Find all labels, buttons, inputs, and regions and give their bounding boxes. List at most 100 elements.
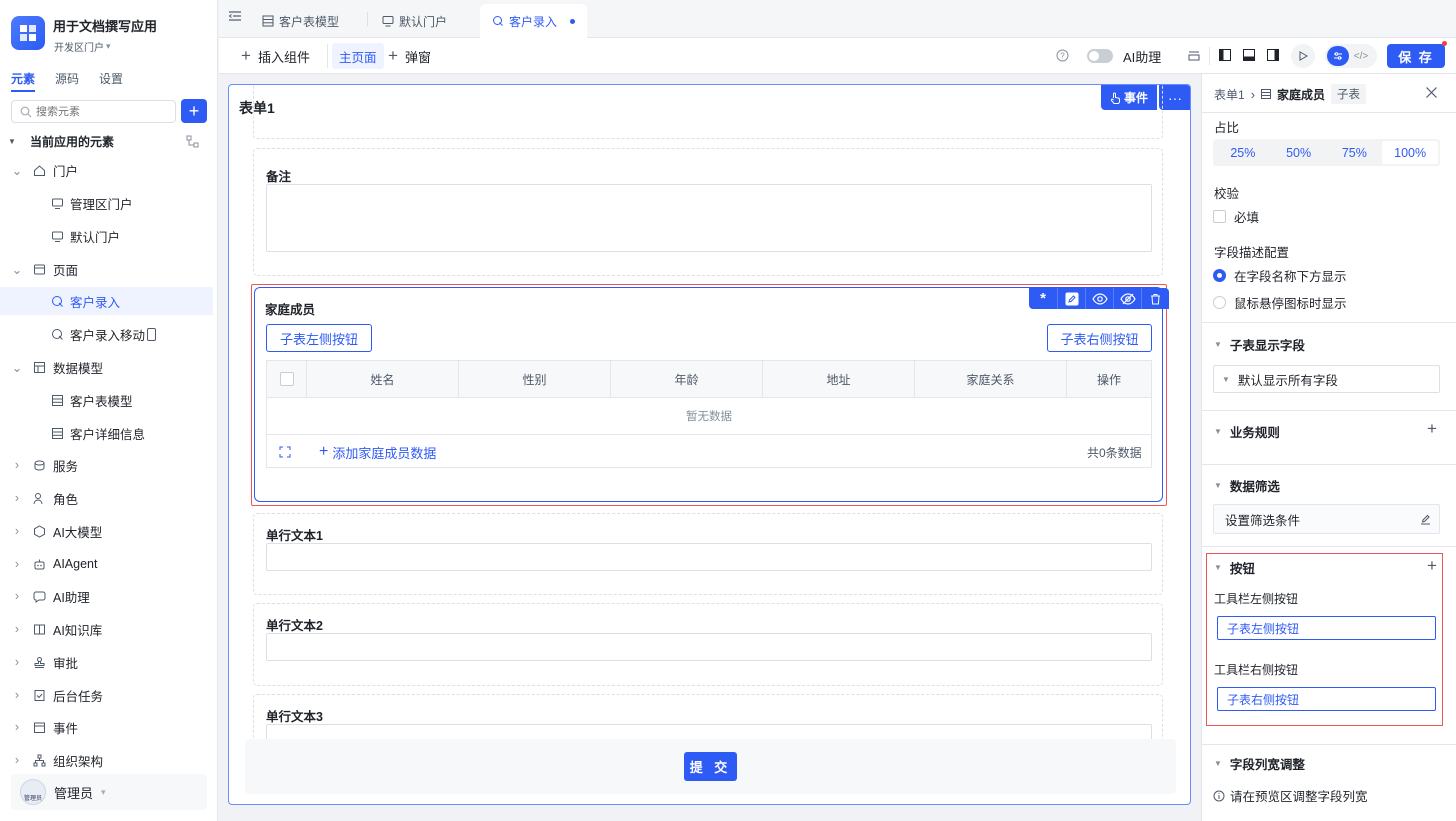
submit-button[interactable]: 提 交 <box>684 752 737 781</box>
right-toolbar-button-field[interactable]: 子表右侧按钮 <box>1217 687 1436 711</box>
column-header[interactable]: 操作 <box>1067 361 1151 397</box>
field-remark[interactable]: 备注 <box>253 148 1163 276</box>
tree-item-customer-model[interactable]: 客户表模型 <box>0 386 213 414</box>
app-logo-icon <box>11 16 45 50</box>
tab-default-portal[interactable]: 默认门户 <box>370 4 459 38</box>
avatar-text: 管理员 <box>23 796 42 802</box>
add-row-button[interactable]: + 添加家庭成员数据 <box>319 441 436 463</box>
tree-item-background-task[interactable]: › 后台任务 <box>0 681 213 709</box>
tree-item-pages[interactable]: ⌄ 页面 <box>0 255 213 283</box>
settings-mode-icon[interactable] <box>1327 46 1349 66</box>
code-mode-icon[interactable]: </> <box>1349 46 1373 66</box>
trash-icon[interactable] <box>1141 288 1169 309</box>
ratio-option-75[interactable]: 75% <box>1327 141 1383 164</box>
column-header[interactable]: 年龄 <box>611 361 763 397</box>
required-option[interactable]: 必填 <box>1213 207 1259 226</box>
left-panel-icon[interactable] <box>1218 48 1232 62</box>
add-button-icon[interactable]: + <box>1427 556 1437 576</box>
tree-item-label: 组织架构 <box>53 754 104 769</box>
text2-input[interactable] <box>266 633 1152 661</box>
bottom-panel-icon[interactable] <box>1242 48 1256 62</box>
field-previous[interactable] <box>253 85 1163 139</box>
business-rules-section[interactable]: ▼ 业务规则 <box>1214 422 1280 441</box>
tree-item-roles[interactable]: › 角色 <box>0 484 213 512</box>
search-input[interactable] <box>36 105 166 118</box>
field-text1[interactable]: 单行文本1 <box>253 513 1163 595</box>
insert-component-button[interactable]: + 插入组件 <box>241 44 310 68</box>
subtable-left-button[interactable]: 子表左侧按钮 <box>266 324 372 352</box>
required-checkbox[interactable] <box>1213 210 1226 223</box>
ai-assistant-toggle[interactable]: AI助理 <box>1087 44 1161 68</box>
subtable-right-button[interactable]: 子表右侧按钮 <box>1047 324 1152 352</box>
tree-item-ai-agent[interactable]: › AIAgent <box>0 550 213 578</box>
popup-button[interactable]: + 弹窗 <box>388 44 431 68</box>
tab-settings[interactable]: 设置 <box>99 70 123 92</box>
subtable-family-members[interactable]: 家庭成员 * 子表左侧按钮 子表右侧按钮 姓名 性别 年龄 地址 家庭关系 操作… <box>254 287 1169 502</box>
portal-selector[interactable]: 开发区门户 ▾ <box>54 39 111 54</box>
add-rule-icon[interactable]: + <box>1427 419 1437 439</box>
section-title: 字段列宽调整 <box>1229 758 1305 772</box>
right-panel-icon[interactable] <box>1266 48 1280 62</box>
tree-item-admin-portal[interactable]: 管理区门户 <box>0 189 213 217</box>
eye-icon[interactable] <box>1085 288 1113 309</box>
tree-item-services[interactable]: › 服务 <box>0 451 213 479</box>
collapse-sidebar-icon[interactable] <box>228 9 242 23</box>
filter-condition-field[interactable]: 设置筛选条件 <box>1213 504 1440 534</box>
layout-toggle-icon[interactable] <box>1187 49 1201 63</box>
ratio-option-25[interactable]: 25% <box>1215 141 1271 164</box>
tree-section-current-app[interactable]: ▼ 当前应用的元素 <box>0 127 213 155</box>
buttons-section[interactable]: ▼ 按钮 <box>1214 558 1255 577</box>
tree-item-events[interactable]: › 事件 <box>0 713 213 741</box>
column-width-section[interactable]: ▼ 字段列宽调整 <box>1214 754 1305 773</box>
edit-icon[interactable] <box>1420 514 1431 525</box>
tree-item-ai-model[interactable]: › AI大模型 <box>0 517 213 545</box>
radio-unselected[interactable] <box>1213 296 1226 309</box>
tree-item-approval[interactable]: › 审批 <box>0 648 213 676</box>
select-all-checkbox[interactable] <box>279 372 294 386</box>
tab-customer-model[interactable]: 客户表模型 <box>250 4 351 38</box>
toggle-switch[interactable] <box>1087 49 1113 63</box>
display-fields-select[interactable]: ▼ 默认显示所有字段 <box>1213 365 1440 393</box>
tree-item-default-portal[interactable]: 默认门户 <box>0 222 213 250</box>
desc-option-below[interactable]: 在字段名称下方显示 <box>1213 266 1347 285</box>
fullscreen-icon[interactable] <box>279 446 291 458</box>
tree-item-portal[interactable]: ⌄ 门户 <box>0 156 213 184</box>
tab-elements[interactable]: 元素 <box>11 70 36 92</box>
edit-icon[interactable] <box>1057 288 1085 309</box>
user-menu[interactable]: 管理员 管理员 ▾ <box>11 774 207 810</box>
more-options-icon[interactable]: ··· <box>1159 85 1190 110</box>
eye-off-icon[interactable] <box>1113 288 1141 309</box>
tree-item-ai-assistant[interactable]: › AI助理 <box>0 582 213 610</box>
column-header[interactable]: 姓名 <box>307 361 459 397</box>
column-header[interactable]: 性别 <box>459 361 611 397</box>
column-header[interactable]: 地址 <box>763 361 915 397</box>
display-fields-section[interactable]: ▼ 子表显示字段 <box>1214 335 1305 354</box>
asterisk-icon[interactable]: * <box>1029 288 1057 309</box>
remark-textarea[interactable] <box>266 184 1152 252</box>
breadcrumb-parent[interactable]: 表单1 <box>1214 86 1245 103</box>
text1-input[interactable] <box>266 543 1152 571</box>
main-page-tab[interactable]: 主页面 <box>332 43 384 69</box>
left-toolbar-button-field[interactable]: 子表左侧按钮 <box>1217 616 1436 640</box>
radio-selected[interactable] <box>1213 269 1226 282</box>
help-icon[interactable]: ? <box>1056 49 1069 62</box>
ratio-option-50[interactable]: 50% <box>1271 141 1327 164</box>
tree-item-customer-detail[interactable]: 客户详细信息 <box>0 419 213 447</box>
tree-item-customer-entry-mobile[interactable]: 客户录入移动 <box>0 320 213 348</box>
tab-source[interactable]: 源码 <box>55 70 79 92</box>
tree-item-data-model[interactable]: ⌄ 数据模型 <box>0 353 213 381</box>
preview-play-icon[interactable] <box>1291 44 1315 68</box>
column-header[interactable]: 家庭关系 <box>915 361 1067 397</box>
tab-customer-entry[interactable]: 客户录入 <box>480 4 587 38</box>
ratio-option-100[interactable]: 100% <box>1382 141 1438 164</box>
save-button[interactable]: 保 存 <box>1387 44 1445 68</box>
field-text2[interactable]: 单行文本2 <box>253 603 1163 686</box>
tree-layout-icon[interactable] <box>186 135 199 148</box>
close-icon[interactable] <box>1425 86 1438 99</box>
desc-option-hover[interactable]: 鼠标悬停图标时显示 <box>1213 293 1347 312</box>
add-element-button[interactable]: + <box>181 99 207 123</box>
data-filter-section[interactable]: ▼ 数据筛选 <box>1214 476 1280 495</box>
tree-item-ai-knowledge[interactable]: › AI知识库 <box>0 615 213 643</box>
tree-item-org[interactable]: › 组织架构 <box>0 746 213 774</box>
tree-item-customer-entry[interactable]: 客户录入 <box>0 287 213 315</box>
